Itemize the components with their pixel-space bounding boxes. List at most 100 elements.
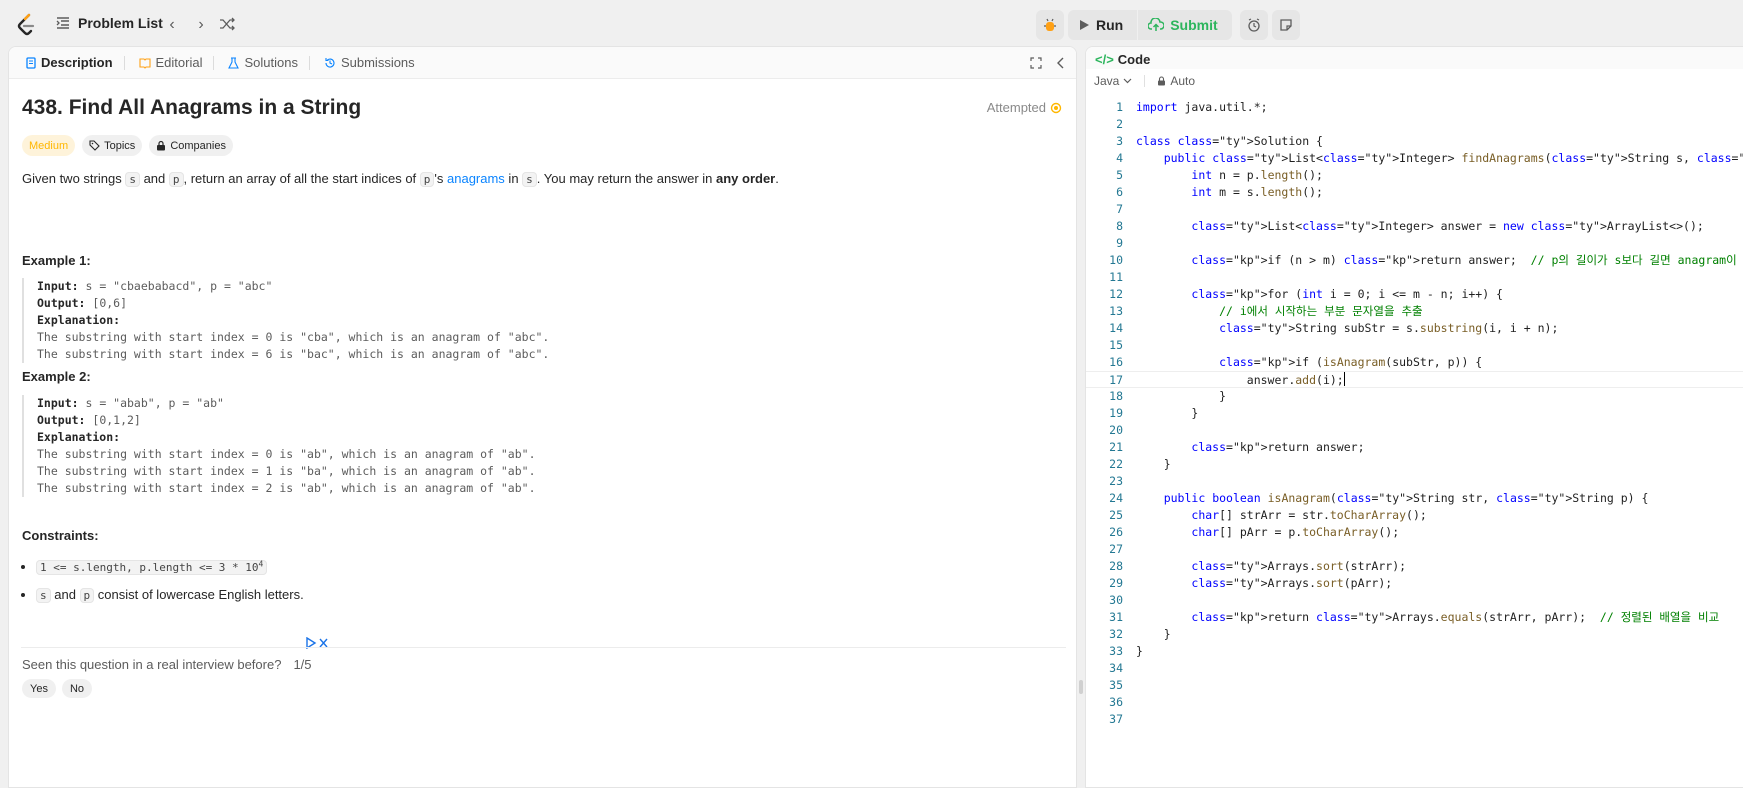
no-button[interactable]: No bbox=[61, 679, 93, 698]
interview-count: 1/5 bbox=[293, 657, 312, 672]
language-select[interactable]: Java bbox=[1094, 74, 1132, 88]
auto-mode[interactable]: Auto bbox=[1157, 74, 1195, 88]
code-line[interactable]: 1 import java.util.*; bbox=[1086, 99, 1743, 116]
code-line[interactable]: 20 bbox=[1086, 422, 1743, 439]
line-number: 24 bbox=[1109, 491, 1123, 505]
leetcode-logo-icon[interactable] bbox=[16, 13, 36, 37]
code-text: class="kp">if (isAnagram(subStr, p)) { bbox=[1219, 355, 1483, 369]
code-line[interactable]: 18 } bbox=[1086, 388, 1743, 405]
code-line[interactable]: 15 bbox=[1086, 337, 1743, 354]
book-icon bbox=[138, 57, 151, 69]
code-line[interactable]: 10 class="kp">if (n > m) class="kp">retu… bbox=[1086, 252, 1743, 269]
code-line[interactable]: 9 bbox=[1086, 235, 1743, 252]
line-number: 26 bbox=[1109, 525, 1123, 539]
code-line[interactable]: 6 int m = s.length(); bbox=[1086, 184, 1743, 201]
submit-button[interactable]: Submit bbox=[1138, 10, 1232, 40]
code-line[interactable]: 3 class class="ty">Solution { bbox=[1086, 133, 1743, 150]
anagrams-link[interactable]: anagrams bbox=[447, 171, 505, 186]
code-line[interactable]: 36 bbox=[1086, 694, 1743, 711]
code-text: public boolean isAnagram(class="ty">Stri… bbox=[1163, 491, 1649, 505]
tab-editorial[interactable]: Editorial bbox=[132, 47, 222, 79]
debug-bug-icon[interactable] bbox=[1036, 10, 1064, 40]
code-text: import java.util.*; bbox=[1136, 100, 1268, 114]
tab-submissions-label: Submissions bbox=[340, 55, 415, 70]
timer-alarm-icon[interactable] bbox=[1239, 10, 1268, 40]
notes-icon[interactable] bbox=[1271, 10, 1300, 40]
code-text: class="kp">return class="ty">Arrays.equa… bbox=[1191, 610, 1720, 624]
line-number: 20 bbox=[1109, 423, 1123, 437]
maximize-icon[interactable] bbox=[1030, 56, 1042, 69]
code-text: } bbox=[1136, 627, 1171, 641]
code-line[interactable]: 30 bbox=[1086, 592, 1743, 609]
code-line[interactable]: 2 bbox=[1086, 116, 1743, 133]
code-line[interactable]: 29 class="ty">Arrays.sort(pArr); bbox=[1086, 575, 1743, 592]
tab-separator bbox=[123, 55, 125, 70]
tab-separator bbox=[308, 55, 310, 70]
line-number: 34 bbox=[1109, 661, 1123, 675]
random-problem-shuffle-icon[interactable] bbox=[219, 16, 237, 34]
code-line[interactable]: 37 bbox=[1086, 711, 1743, 728]
code-text: class="ty">Arrays.sort(pArr); bbox=[1191, 576, 1393, 590]
line-number: 6 bbox=[1116, 185, 1123, 199]
tab-submissions[interactable]: Submissions bbox=[317, 47, 422, 79]
panel-resize-handle[interactable] bbox=[1079, 680, 1083, 694]
code-line[interactable]: 33} bbox=[1086, 643, 1743, 660]
topics-chip[interactable]: Topics bbox=[82, 135, 143, 156]
tab-solutions-label: Solutions bbox=[244, 55, 298, 70]
tag-icon bbox=[89, 140, 100, 151]
line-number: 37 bbox=[1109, 712, 1123, 726]
attempted-label: Attempted bbox=[986, 100, 1046, 115]
code-line[interactable]: 23 bbox=[1086, 473, 1743, 490]
code-line[interactable]: 21 class="kp">return answer; bbox=[1086, 439, 1743, 456]
tab-solutions[interactable]: Solutions bbox=[221, 47, 316, 79]
example-1-box: Input: s = "cbaebabacd", p = "abc" Outpu… bbox=[22, 278, 549, 363]
code-line[interactable]: 27 bbox=[1086, 541, 1743, 558]
constraints-heading: Constraints: bbox=[22, 528, 99, 543]
constraint-item: s and p consist of lowercase English let… bbox=[36, 586, 304, 605]
collapse-chevron-left-icon[interactable] bbox=[1056, 57, 1066, 69]
code-line[interactable]: 34 bbox=[1086, 660, 1743, 677]
code-line[interactable]: 22 } bbox=[1086, 456, 1743, 473]
tab-editorial-label: Editorial bbox=[155, 55, 203, 70]
code-text: } bbox=[1136, 389, 1227, 403]
problem-list-button[interactable]: Problem List bbox=[56, 15, 163, 31]
code-line[interactable]: 7 bbox=[1086, 201, 1743, 218]
code-line[interactable]: 16 class="kp">if (isAnagram(subStr, p)) … bbox=[1086, 354, 1743, 371]
code-line[interactable]: 13 // i에서 시작하는 부분 문자열을 추출 bbox=[1086, 303, 1743, 320]
code-line[interactable]: 8 class="ty">List<class="ty">Integer> an… bbox=[1086, 218, 1743, 235]
code-line[interactable]: 17 answer.add(i); bbox=[1086, 371, 1743, 388]
companies-chip[interactable]: Companies bbox=[149, 135, 233, 156]
code-line[interactable]: 14 class="ty">String subStr = s.substrin… bbox=[1086, 320, 1743, 337]
code-editor[interactable]: 1 import java.util.*; 2 3 class class="ty">S… bbox=[1086, 99, 1743, 728]
code-line[interactable]: 35 bbox=[1086, 677, 1743, 694]
code-line[interactable]: 28 class="ty">Arrays.sort(strArr); bbox=[1086, 558, 1743, 575]
code-line[interactable]: 32 } bbox=[1086, 626, 1743, 643]
description-tabs: Description Editorial Solutions Submissi… bbox=[9, 47, 1076, 79]
prev-problem-chevron-left-icon[interactable]: ‹ bbox=[163, 16, 181, 34]
code-text: class="kp">return answer; bbox=[1191, 440, 1365, 454]
problem-title[interactable]: 438. Find All Anagrams in a String bbox=[22, 96, 361, 120]
code-panel: </> Code Java Auto 1 import java.util.*; 2… bbox=[1085, 46, 1743, 788]
line-number: 33 bbox=[1109, 644, 1123, 658]
tab-code[interactable]: </> Code bbox=[1086, 49, 1150, 69]
history-icon bbox=[324, 57, 336, 69]
line-number: 3 bbox=[1116, 134, 1123, 148]
yes-button[interactable]: Yes bbox=[22, 679, 56, 698]
code-line[interactable]: 25 char[] strArr = str.toCharArray(); bbox=[1086, 507, 1743, 524]
code-line[interactable]: 5 int n = p.length(); bbox=[1086, 167, 1743, 184]
line-number: 15 bbox=[1109, 338, 1123, 352]
code-line[interactable]: 24 public boolean isAnagram(class="ty">S… bbox=[1086, 490, 1743, 507]
code-line[interactable]: 11 bbox=[1086, 269, 1743, 286]
tab-description[interactable]: Description bbox=[19, 47, 132, 79]
next-problem-chevron-right-icon[interactable]: › bbox=[192, 16, 210, 34]
code-line[interactable]: 12 class="kp">for (int i = 0; i <= m - n… bbox=[1086, 286, 1743, 303]
code-line[interactable]: 19 } bbox=[1086, 405, 1743, 422]
run-button[interactable]: Run bbox=[1068, 10, 1138, 40]
code-brackets-icon: </> bbox=[1095, 51, 1114, 67]
line-number: 25 bbox=[1109, 508, 1123, 522]
code-line[interactable]: 26 char[] pArr = p.toCharArray(); bbox=[1086, 524, 1743, 541]
line-number: 17 bbox=[1109, 373, 1123, 387]
code-line[interactable]: 31 class="kp">return class="ty">Arrays.e… bbox=[1086, 609, 1743, 626]
code-line[interactable]: 4 public class="ty">List<class="ty">Inte… bbox=[1086, 150, 1743, 167]
code-text: int m = s.length(); bbox=[1191, 185, 1323, 199]
